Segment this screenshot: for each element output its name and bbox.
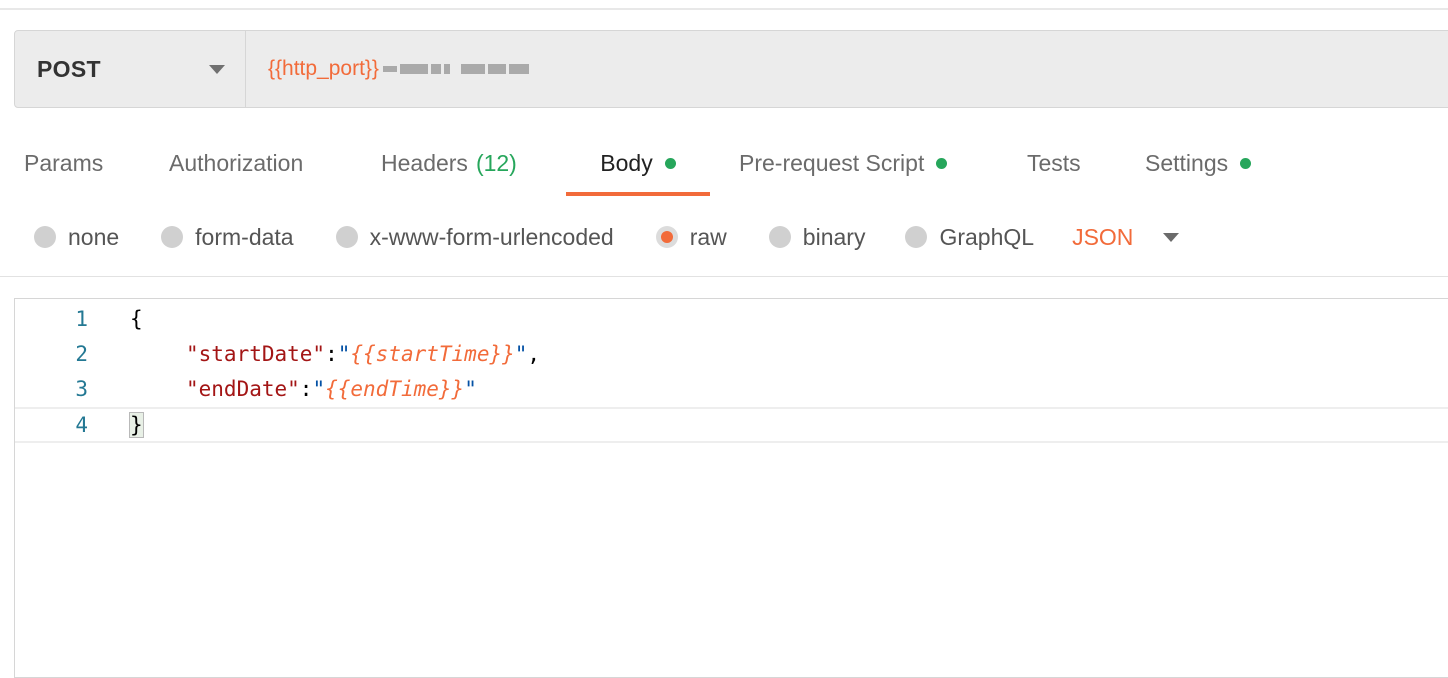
radio-label: x-www-form-urlencoded — [369, 223, 614, 250]
method-select[interactable]: POST — [15, 31, 246, 107]
tab-label: Body — [600, 149, 653, 176]
tab-label: Params — [24, 149, 104, 176]
settings-indicator-dot — [1240, 157, 1252, 169]
line-number: 3 — [75, 377, 88, 401]
radio-binary[interactable]: binary — [768, 223, 866, 251]
radio-label: form-data — [195, 223, 294, 250]
tab-label: Pre-request Script — [739, 149, 925, 176]
headers-count: (12) — [475, 149, 517, 176]
code-text: { — [130, 307, 143, 331]
code-editor[interactable]: 1 { 2 "startDate":"{{startTime}}", 3 "en… — [14, 298, 1448, 678]
tab-pre-request-script[interactable]: Pre-request Script — [739, 134, 948, 192]
tab-authorization[interactable]: Authorization — [169, 134, 303, 192]
radio-graphql[interactable]: GraphQL — [905, 224, 1034, 251]
radio-raw[interactable]: raw — [655, 223, 727, 251]
tab-label: Tests — [1027, 149, 1081, 176]
request-bar: POST {{http_port}} — [14, 30, 1448, 108]
tab-label: Authorization — [169, 149, 304, 176]
radio-circle-selected — [655, 226, 678, 248]
radio-circle — [335, 226, 358, 248]
radio-circle — [905, 226, 928, 248]
radio-label: raw — [689, 223, 727, 250]
radio-x-www-form-urlencoded[interactable]: x-www-form-urlencoded — [335, 223, 614, 251]
tab-label: Headers — [381, 149, 468, 176]
url-variable: {{http_port}} — [268, 57, 379, 80]
radio-circle — [768, 226, 791, 248]
code-line: 4 } — [15, 407, 1448, 443]
body-type-options: none form-data x-www-form-urlencoded raw… — [34, 214, 1180, 260]
tab-params[interactable]: Params — [24, 134, 103, 192]
pre-request-indicator-dot — [936, 157, 948, 169]
code-line: 3 "endDate":"{{endTime}}" — [15, 371, 1448, 407]
tab-settings[interactable]: Settings — [1145, 134, 1252, 192]
code-text: "startDate":"{{startTime}}", — [186, 342, 541, 366]
radio-circle — [34, 226, 56, 248]
body-indicator-dot — [664, 157, 676, 169]
line-number: 4 — [75, 413, 88, 437]
tab-headers[interactable]: Headers (12) — [381, 134, 517, 192]
chevron-down-icon — [1163, 232, 1180, 242]
tab-tests[interactable]: Tests — [1027, 134, 1081, 192]
url-redacted-text — [382, 64, 529, 74]
line-number: 2 — [75, 342, 88, 366]
code-line: 1 { — [15, 301, 1448, 337]
method-label: POST — [37, 55, 101, 82]
chevron-down-icon — [209, 64, 225, 74]
radio-none[interactable]: none — [34, 224, 119, 251]
line-number: 1 — [75, 307, 88, 331]
format-label: JSON — [1072, 223, 1134, 250]
code-line: 2 "startDate":"{{startTime}}", — [15, 336, 1448, 372]
code-text: } — [129, 412, 144, 438]
url-input[interactable]: {{http_port}} — [246, 31, 1448, 107]
section-divider — [0, 276, 1448, 277]
tab-body[interactable]: Body — [566, 134, 710, 196]
radio-label: none — [68, 223, 120, 250]
tab-label: Settings — [1145, 149, 1229, 176]
radio-label: binary — [802, 223, 866, 250]
radio-label: GraphQL — [939, 223, 1035, 250]
format-select[interactable]: JSON — [1072, 223, 1180, 251]
top-divider — [0, 8, 1448, 10]
code-text: "endDate":"{{endTime}}" — [186, 377, 477, 401]
radio-circle — [161, 226, 184, 248]
radio-form-data[interactable]: form-data — [161, 223, 294, 251]
